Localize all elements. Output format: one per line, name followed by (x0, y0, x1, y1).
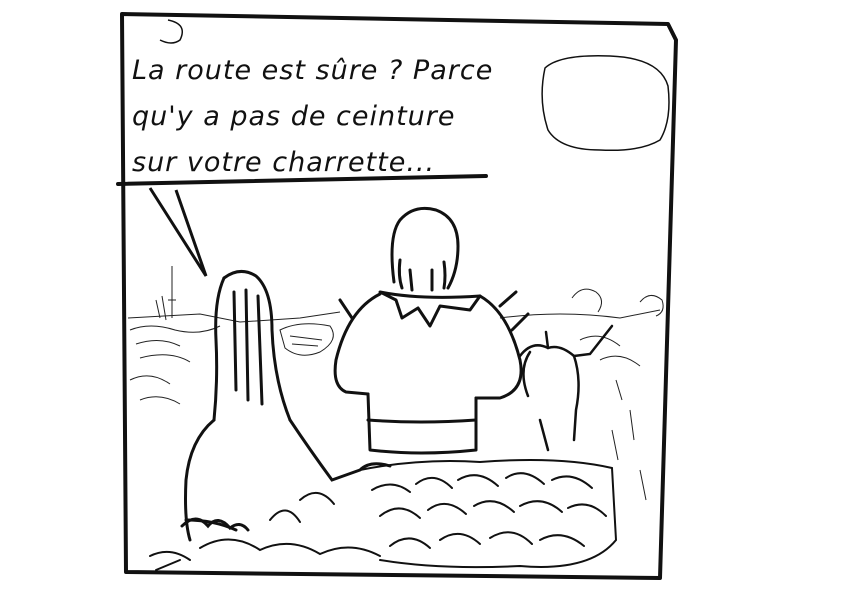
hay-pile-illustration (149, 459, 618, 571)
cloud-top-right (541, 55, 670, 152)
speech-line: La route est sûre ? Parce (132, 55, 494, 86)
man-figure-illustration (333, 206, 530, 455)
comic-panel-page: La route est sûre ? Parce qu'y a pas de … (0, 0, 849, 600)
speech-line: sur votre charrette... (132, 147, 436, 178)
donkey-illustration (518, 324, 614, 452)
speech-line: qu'y a pas de ceinture (132, 101, 456, 132)
speech-bubble-text: La route est sûre ? Parce qu'y a pas de … (132, 48, 532, 186)
cloud-top-left (159, 19, 183, 44)
speech-bubble-tail (148, 187, 208, 277)
